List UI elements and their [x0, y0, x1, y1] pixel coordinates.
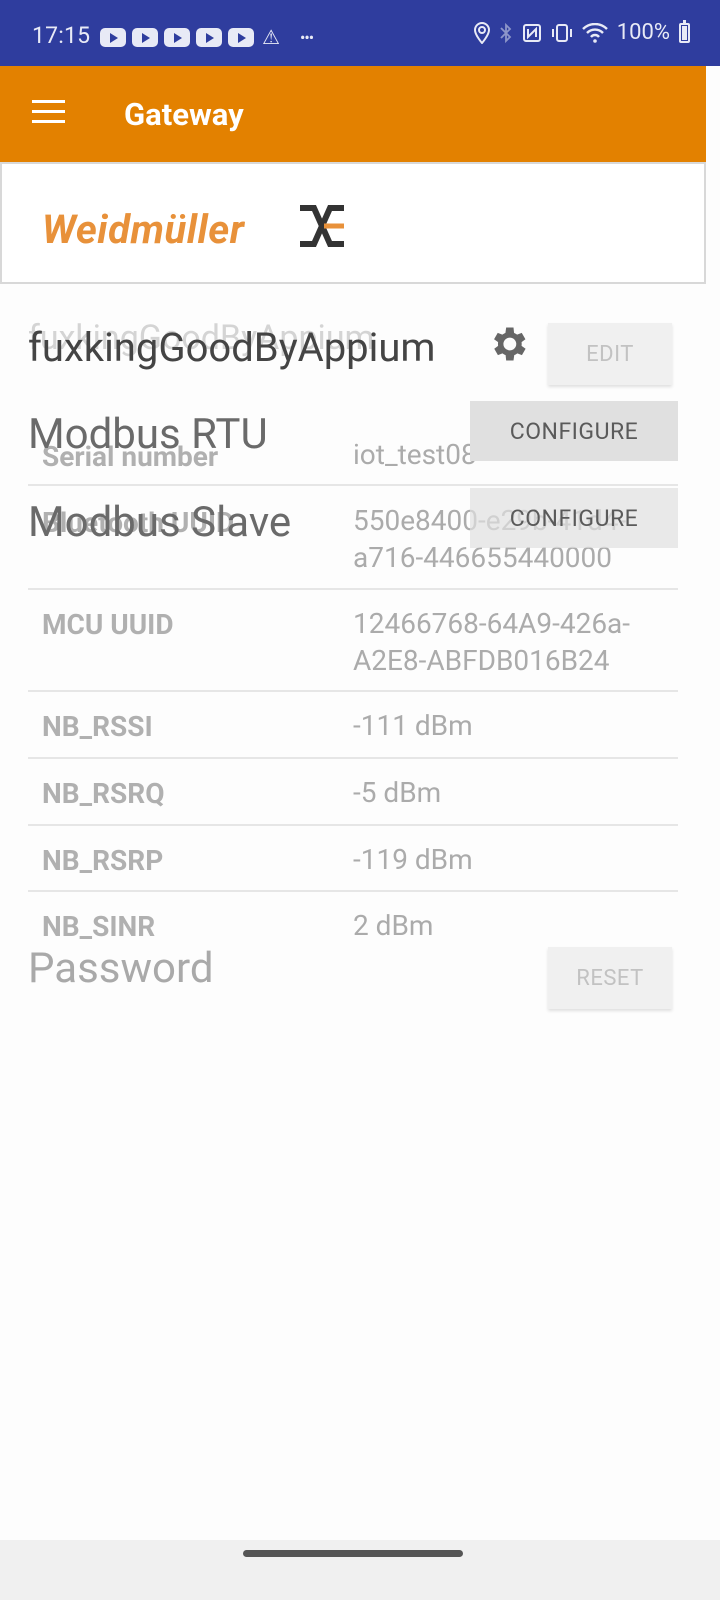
wifi-icon	[581, 22, 608, 43]
brand-header: Weidmüller	[0, 162, 706, 284]
info-key: MCU UUID	[42, 608, 174, 641]
youtube-icon	[100, 27, 126, 47]
table-row: NB_RSSI -111 dBm	[28, 692, 678, 759]
youtube-icon	[164, 27, 190, 47]
table-row: MCU UUID 12466768-64A9-426a-A2E8-ABFDB01…	[28, 590, 678, 692]
bluetooth-icon	[500, 22, 512, 43]
youtube-icon	[196, 27, 222, 47]
info-value: 12466768-64A9-426a-A2E8-ABFDB016B24	[353, 607, 631, 677]
modbus-rtu-label: Modbus RTU	[28, 410, 268, 459]
brand-logo-text: Weidmüller	[42, 206, 245, 253]
info-key: NB_RSRQ	[42, 777, 165, 810]
gateway-name: fuxkingGoodByAppium	[28, 324, 436, 371]
warning-icon: ⚠	[262, 25, 280, 49]
more-icon: •••	[299, 27, 314, 47]
configure-modbus-slave-button[interactable]: CONFIGURE	[470, 488, 678, 548]
youtube-icon	[228, 27, 254, 47]
table-row: NB_RSRP -119 dBm	[28, 826, 678, 892]
home-gesture-handle[interactable]	[243, 1550, 463, 1557]
info-value: -119 dBm	[353, 843, 473, 876]
weidmuller-logo-icon	[300, 205, 344, 247]
configure-modbus-rtu-button[interactable]: CONFIGURE	[470, 401, 678, 461]
system-icons: 100%	[473, 19, 690, 45]
app-bar: Gateway	[0, 66, 706, 162]
info-value: -111 dBm	[353, 709, 473, 742]
app-title: Gateway	[124, 96, 244, 133]
modbus-slave-label: Modbus Slave	[28, 498, 292, 547]
reset-password-button[interactable]: RESET	[548, 947, 672, 1009]
info-value: -5 dBm	[353, 776, 442, 809]
table-row: NB_RSRQ -5 dBm	[28, 759, 678, 826]
hamburger-menu-icon[interactable]	[32, 100, 65, 126]
table-row: NB_SINR 2 dBm	[28, 892, 678, 952]
status-time: 17:15	[32, 22, 91, 49]
navigation-bar	[0, 1540, 720, 1600]
vibrate-icon	[551, 23, 572, 42]
gear-icon[interactable]	[486, 322, 530, 366]
youtube-icon	[132, 27, 158, 47]
battery-percent: 100%	[616, 20, 670, 45]
edit-button[interactable]: EDIT	[548, 323, 672, 385]
battery-icon	[679, 19, 690, 43]
info-key: NB_RSSI	[42, 710, 153, 743]
status-bar: 17:15 ⚠ ••• 100%	[0, 0, 720, 66]
info-key: NB_RSRP	[42, 844, 164, 877]
nfc-icon	[522, 23, 541, 42]
notification-icons: ⚠ •••	[100, 25, 314, 49]
password-label: Password	[28, 944, 214, 993]
info-key: NB_SINR	[42, 910, 156, 943]
location-icon	[473, 21, 490, 44]
info-value: 2 dBm	[353, 909, 434, 942]
